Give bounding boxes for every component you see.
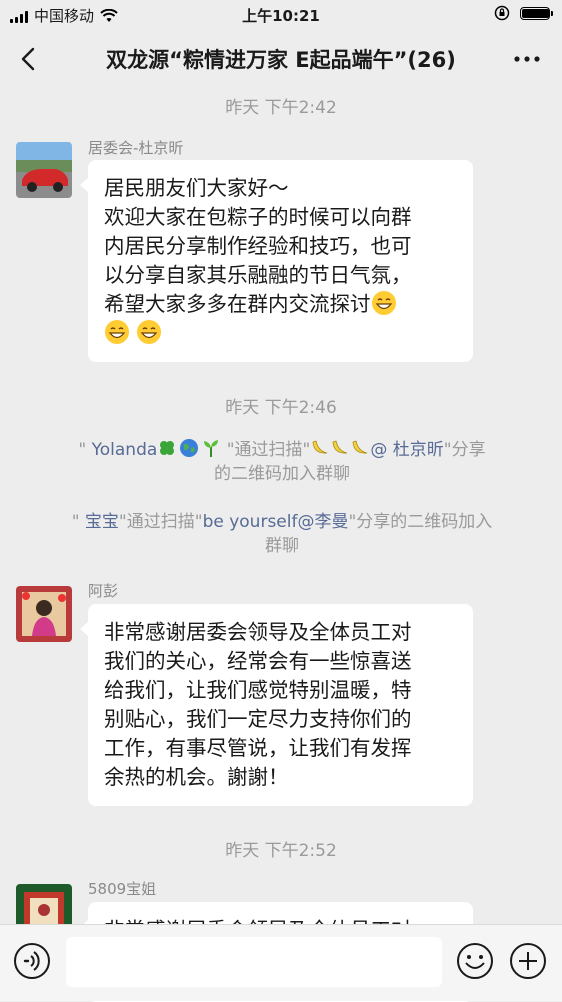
more-dots-icon[interactable] bbox=[512, 52, 542, 66]
globe-emoji-icon bbox=[180, 439, 199, 457]
status-right bbox=[494, 5, 553, 21]
chat-title: 双龙源“粽情进万家 E起品端午”(26) bbox=[106, 48, 456, 72]
rotation-lock-icon bbox=[494, 5, 510, 21]
voice-icon[interactable] bbox=[12, 941, 52, 981]
message-line: 工作，有事尽管说，让我们有发挥 bbox=[104, 736, 412, 760]
sender-name: 居委会-杜京昕 bbox=[88, 139, 184, 157]
system-text: "通过扫描" bbox=[226, 440, 311, 460]
avatar[interactable] bbox=[16, 142, 72, 198]
message-text: 希望大家多多在群内交流探讨 bbox=[104, 292, 371, 316]
emoji-icon[interactable] bbox=[455, 941, 495, 981]
battery-level bbox=[522, 8, 549, 18]
member-name-link[interactable]: 宝宝 bbox=[85, 512, 119, 532]
system-line: 的二维码加入群聊 bbox=[214, 464, 350, 484]
message-line: 欢迎大家在包粽子的时候可以向群 bbox=[104, 205, 412, 229]
message-line: 别贴心，我们一定尽力支持你们的 bbox=[104, 707, 412, 731]
timestamp: 昨天 下午2:52 bbox=[225, 841, 337, 861]
quote-mark: " bbox=[78, 440, 87, 460]
clover-emoji-icon bbox=[160, 441, 175, 455]
banana-emoji-icon bbox=[312, 440, 328, 454]
system-text: "分享 bbox=[443, 440, 486, 460]
status-bar: 中国移动 上午10:21 bbox=[0, 0, 562, 30]
status-time: 上午10:21 bbox=[242, 7, 320, 25]
system-line: " 宝宝"通过扫描"be yourself@李曼"分享的二维码加入 bbox=[46, 510, 518, 534]
grin-emoji-icon bbox=[137, 320, 161, 344]
sender-name: 阿彭 bbox=[88, 582, 119, 600]
input-bar bbox=[0, 924, 562, 1001]
message-line: 内居民分享制作经验和技巧，也可 bbox=[104, 234, 412, 258]
inviter-name-link[interactable]: be yourself@李曼 bbox=[203, 512, 349, 532]
avatar[interactable] bbox=[16, 586, 72, 642]
inviter-name-link[interactable]: @ 杜京昕 bbox=[370, 440, 443, 460]
banana-emoji-icon bbox=[332, 440, 348, 454]
message-line: 非常感谢居委会领导及全体员工对 bbox=[104, 620, 412, 644]
message-line: 我们的关心，经常会有一些惊喜送 bbox=[104, 649, 412, 673]
message-line: 以分享自家其乐融融的节日气氛， bbox=[104, 263, 412, 287]
sender-name: 5809宝姐 bbox=[88, 880, 157, 898]
system-text: "通过扫描" bbox=[118, 512, 203, 532]
battery-icon bbox=[520, 6, 553, 20]
message-bubble[interactable]: 居民朋友们大家好～ 欢迎大家在包粽子的时候可以向群 内居民分享制作经验和技巧，也… bbox=[80, 160, 473, 362]
message-line: 给我们，让我们感觉特别温暖，特 bbox=[104, 678, 412, 702]
timestamp: 昨天 下午2:46 bbox=[225, 398, 337, 418]
message-line: 余热的机会。謝謝！ bbox=[104, 765, 289, 789]
system-text: "分享的二维码加入 bbox=[348, 512, 493, 532]
timestamp: 昨天 下午2:42 bbox=[225, 98, 337, 118]
system-join-notice: " 宝宝"通过扫描"be yourself@李曼"分享的二维码加入 群聊 bbox=[46, 510, 518, 558]
back-icon[interactable] bbox=[14, 44, 44, 74]
seedling-emoji-icon bbox=[204, 440, 219, 457]
banana-emoji-icon bbox=[352, 440, 368, 454]
member-name-link[interactable]: Yolanda bbox=[92, 440, 158, 460]
quote-mark: " bbox=[71, 512, 80, 532]
message-input[interactable] bbox=[66, 937, 442, 987]
message-line: 居民朋友们大家好～ bbox=[104, 176, 289, 200]
system-line: " Yolanda "通过扫描" @ 杜京昕"分享 bbox=[46, 438, 518, 462]
plus-icon[interactable] bbox=[508, 941, 548, 981]
message-bubble[interactable]: 非常感谢居委会领导及全体员工对 我们的关心，经常会有一些惊喜送 给我们，让我们感… bbox=[80, 604, 473, 806]
system-line: 群聊 bbox=[265, 536, 299, 556]
chat-header: 双龙源“粽情进万家 E起品端午”(26) bbox=[0, 30, 562, 88]
message-line: 希望大家多多在群内交流探讨 bbox=[104, 290, 457, 319]
grin-emoji-icon bbox=[371, 291, 396, 315]
system-join-notice: " Yolanda "通过扫描" @ 杜京昕"分享 的二维码加入群聊 bbox=[46, 438, 518, 486]
message-line bbox=[104, 319, 457, 348]
grin-emoji-icon bbox=[105, 320, 129, 344]
